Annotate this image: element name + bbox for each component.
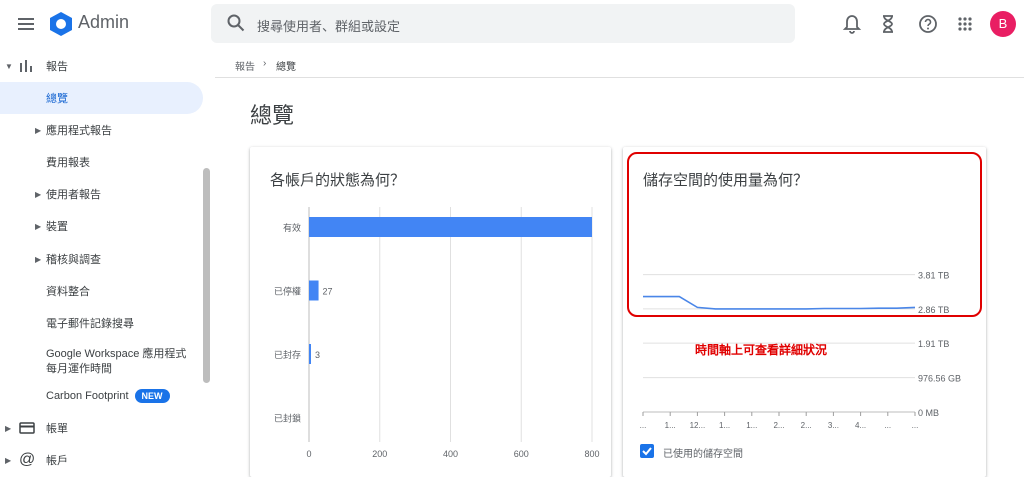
bar-chart-icon xyxy=(20,60,32,72)
x-tick-label: 2... xyxy=(801,421,812,430)
x-tick-label: 1... xyxy=(719,421,730,430)
data-label: 27 xyxy=(323,287,333,297)
help-icon[interactable] xyxy=(916,12,940,36)
at-sign-icon: @ xyxy=(19,451,36,468)
sidebar-item-account[interactable]: ▶ @ 帳戶 xyxy=(0,444,200,476)
sidebar-item-label: Google Workspace 應用程式 xyxy=(46,348,187,360)
sidebar-item-label: 電子郵件記錄搜尋 xyxy=(46,318,134,330)
new-badge: NEW xyxy=(134,389,170,403)
sidebar-item-label: Carbon Footprint NEW xyxy=(46,389,170,403)
y-tick-label: 已封存 xyxy=(274,349,301,360)
sidebar-item-label: 稽核與調查 xyxy=(46,254,101,266)
breadcrumb-current: 總覽 xyxy=(276,62,296,73)
sidebar-item-workspace-uptime[interactable]: Google Workspace 應用程式 每月運作時間 xyxy=(0,342,200,376)
sidebar-item-label: 應用程式報告 xyxy=(46,125,112,137)
search-bar[interactable]: 搜尋使用者、群組或設定 xyxy=(211,4,795,43)
chevron-right-icon: ▶ xyxy=(35,125,42,135)
y-tick-label: 0 MB xyxy=(918,408,939,418)
x-tick-label: 1... xyxy=(746,421,757,430)
x-tick-label: ... xyxy=(912,421,919,430)
x-tick-label: 400 xyxy=(443,449,458,459)
sidebar-item-audit[interactable]: ▶ 稽核與調查 xyxy=(0,243,200,275)
sidebar-item-cost-reports[interactable]: 費用報表 xyxy=(0,146,200,178)
accounts-bar-chart: 0 200 400 600 800 有效已停權 27 已封存 3 已封鎖 xyxy=(274,207,600,459)
y-tick-label: 976.56 GB xyxy=(918,374,961,384)
app-name: Admin xyxy=(78,12,130,32)
sidebar-item-label: 帳單 xyxy=(46,423,68,435)
sidebar-item-label: 報告 xyxy=(46,61,68,73)
bell-icon[interactable] xyxy=(840,12,864,36)
legend-label: 已使用的儲存空間 xyxy=(663,449,743,460)
sidebar-item-label: 使用者報告 xyxy=(46,189,101,201)
sidebar-scrollbar[interactable] xyxy=(203,168,210,383)
chevron-right-icon: ▶ xyxy=(5,423,12,433)
bar xyxy=(309,280,319,301)
page-title: 總覽 xyxy=(250,103,295,128)
sidebar-item-email-log[interactable]: 電子郵件記錄搜尋 xyxy=(0,307,200,339)
annotation-text: 時間軸上可查看詳細狀況 xyxy=(695,343,828,357)
top-bar: Admin 搜尋使用者、群組或設定 B xyxy=(0,0,1024,48)
x-tick-label: 1... xyxy=(665,421,676,430)
x-tick-label: ... xyxy=(884,421,891,430)
x-tick-label: 800 xyxy=(584,449,599,459)
accounts-status-card: 各帳戶的狀態為何？ 0 200 400 600 800 有效已停權 27 已封存 3 已封鎖 xyxy=(250,147,611,477)
x-tick-label: 2... xyxy=(773,421,784,430)
legend-checkbox[interactable] xyxy=(640,444,654,458)
breadcrumb-root[interactable]: 報告 xyxy=(235,58,255,73)
credit-card-icon xyxy=(19,422,35,434)
x-tick-label: 3... xyxy=(828,421,839,430)
sidebar-item-label: 資料整合 xyxy=(46,286,90,298)
sidebar-item-carbon-footprint[interactable]: Carbon Footprint NEW xyxy=(0,380,200,412)
apps-grid-icon[interactable] xyxy=(953,12,977,36)
sidebar-item-label: 每月運作時間 xyxy=(46,363,112,375)
sidebar-item-user-reports[interactable]: ▶ 使用者報告 xyxy=(0,178,200,210)
sidebar-item-label-text: Carbon Footprint xyxy=(46,390,129,402)
hamburger-menu-icon[interactable] xyxy=(14,12,38,36)
chevron-right-icon: ▶ xyxy=(5,455,12,465)
chevron-right-icon: ▶ xyxy=(35,254,42,264)
x-tick-label: 12... xyxy=(690,421,706,430)
sidebar-item-label: 裝置 xyxy=(46,221,68,233)
x-tick-label: 4... xyxy=(855,421,866,430)
bar xyxy=(309,217,592,237)
data-label: 3 xyxy=(315,350,320,360)
x-tick-label: 600 xyxy=(514,449,529,459)
admin-logo-icon xyxy=(50,12,72,36)
x-tick-label: 200 xyxy=(372,449,387,459)
chevron-right-icon: ▶ xyxy=(35,221,42,231)
chevron-right-icon: ▶ xyxy=(35,189,42,199)
checkmark-icon xyxy=(642,447,652,456)
sidebar-item-reports[interactable]: ▼ 報告 xyxy=(0,50,210,82)
bar xyxy=(309,344,311,364)
sidebar-item-data-integration[interactable]: 資料整合 xyxy=(0,275,200,307)
sidebar-item-devices[interactable]: ▶ 裝置 xyxy=(0,210,200,242)
y-tick-label: 有效 xyxy=(283,222,301,233)
sidebar-item-label: 費用報表 xyxy=(46,157,90,169)
avatar[interactable]: B xyxy=(990,11,1016,37)
x-tick-label: ... xyxy=(640,421,647,430)
breadcrumb: 報告 › 總覽 xyxy=(215,48,1024,78)
sidebar-item-app-reports[interactable]: ▶ 應用程式報告 xyxy=(0,114,200,146)
y-tick-label: 已停權 xyxy=(274,286,301,297)
sidebar-item-label: 總覽 xyxy=(46,93,68,105)
highlight-box xyxy=(627,152,982,317)
chevron-down-icon: ▼ xyxy=(5,61,13,71)
sidebar-item-overview[interactable]: 總覽 xyxy=(0,82,203,114)
sidebar-item-billing[interactable]: ▶ 帳單 xyxy=(0,412,200,444)
sidebar: ▼ 報告 總覽 ▶ 應用程式報告 費用報表 ▶ 使用者報告 ▶ 裝置 ▶ 稽核與… xyxy=(0,48,215,470)
hourglass-icon[interactable] xyxy=(876,12,900,36)
breadcrumb-separator: › xyxy=(263,58,267,69)
y-tick-label: 1.91 TB xyxy=(918,339,949,349)
y-tick-label: 已封鎖 xyxy=(274,413,301,424)
x-tick-label: 0 xyxy=(306,449,311,459)
search-icon xyxy=(227,14,245,32)
card-title: 各帳戶的狀態為何？ xyxy=(270,172,406,189)
search-input[interactable]: 搜尋使用者、群組或設定 xyxy=(257,16,400,35)
sidebar-item-label: 帳戶 xyxy=(46,455,68,467)
